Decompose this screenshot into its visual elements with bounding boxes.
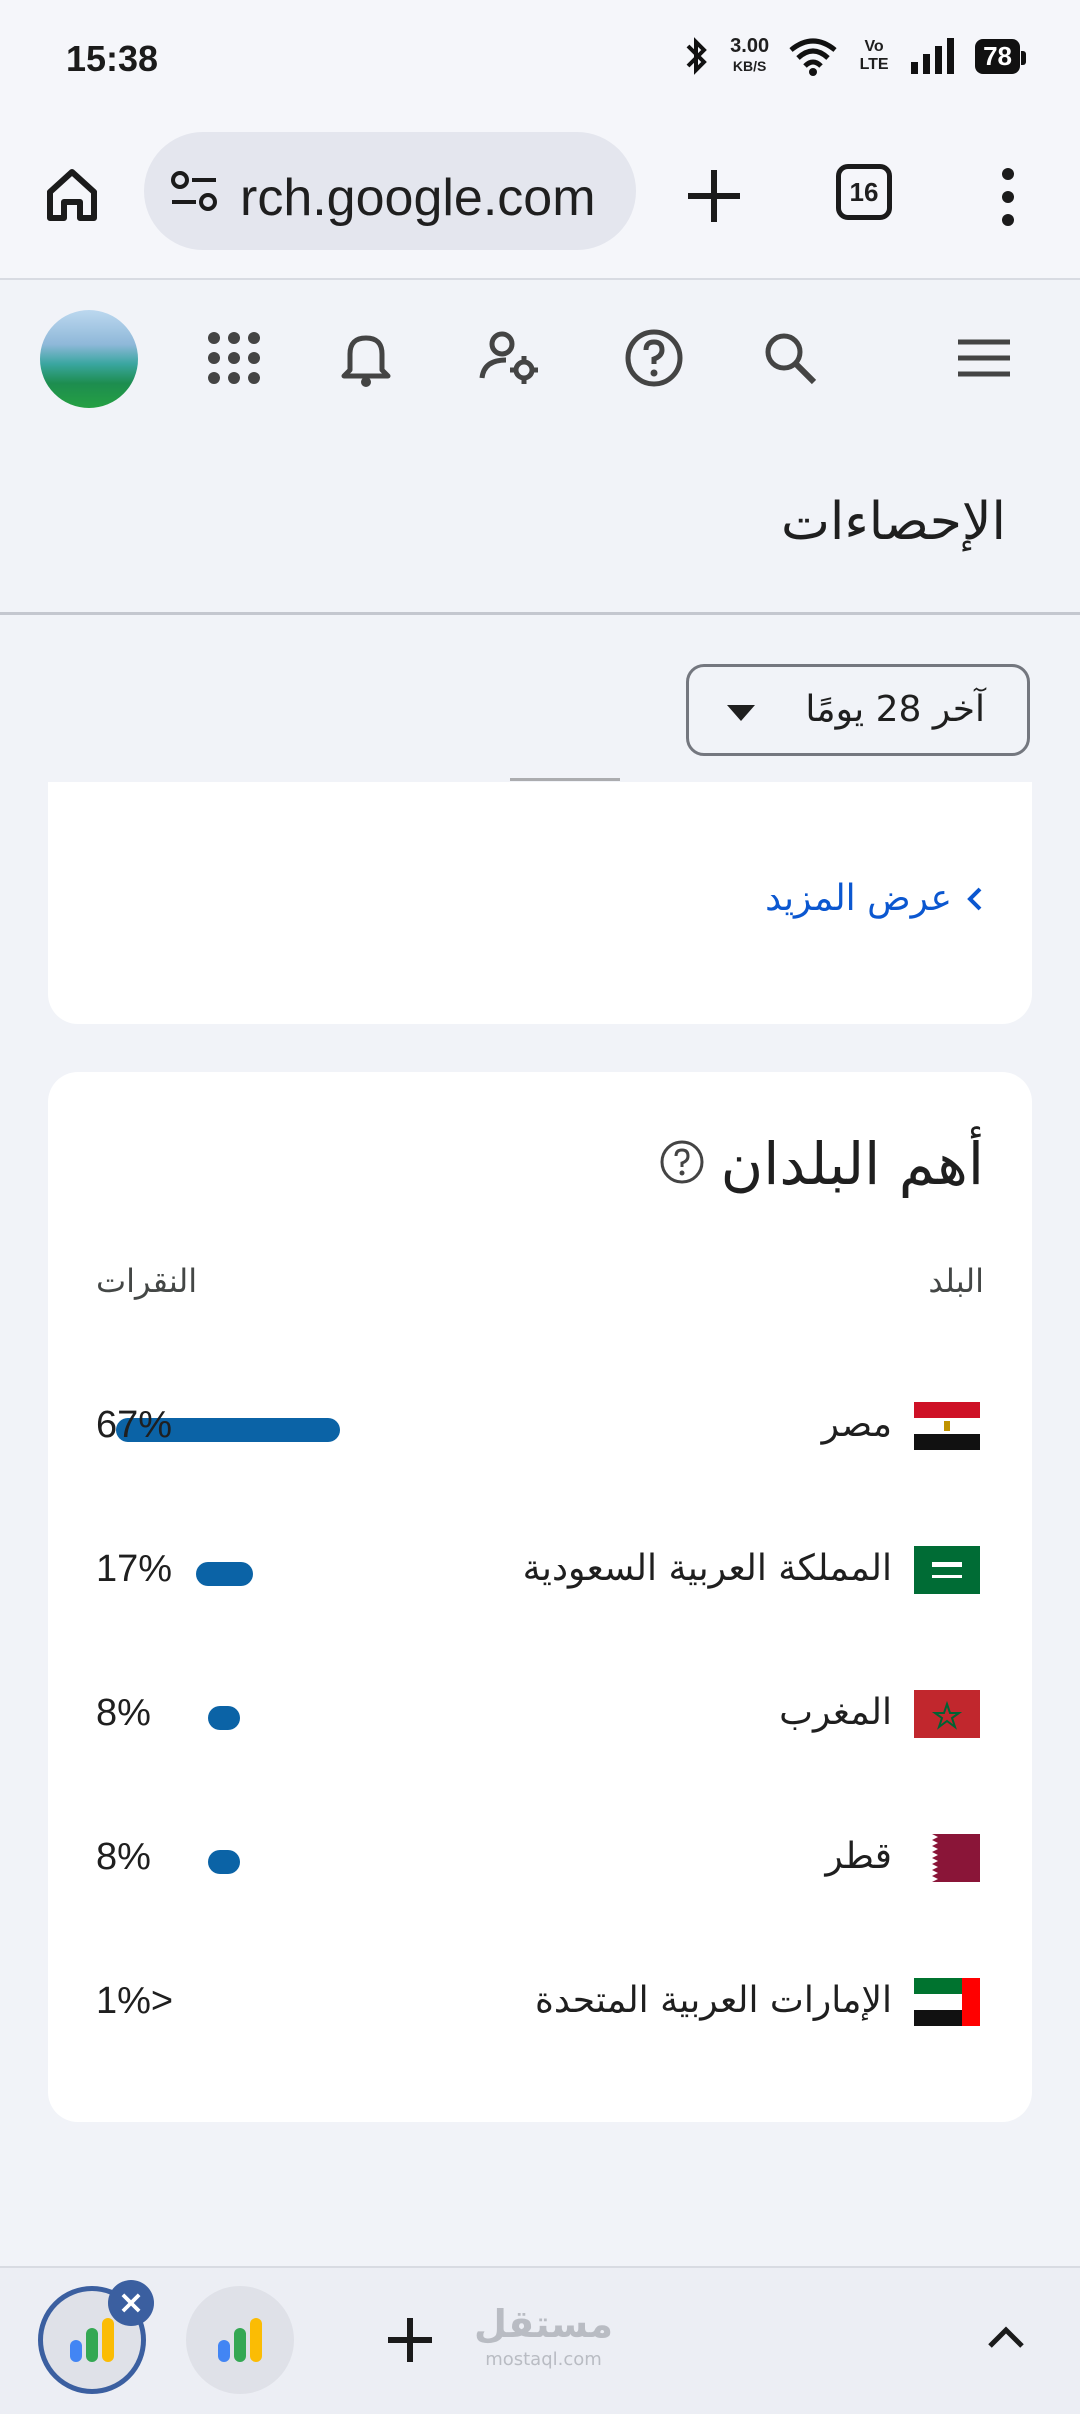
saudi-arabia-flag-icon — [914, 1546, 980, 1594]
help-icon[interactable] — [622, 326, 686, 390]
country-row: قطر 8% — [48, 1814, 1032, 1904]
signal-icon — [911, 38, 955, 74]
apps-grid-icon[interactable] — [202, 326, 266, 390]
site-settings-icon[interactable] — [168, 168, 220, 216]
new-tab-icon[interactable] — [680, 162, 748, 230]
volte-indicator: Vo LTE — [859, 38, 889, 73]
clicks-bar — [208, 1850, 240, 1874]
app-header — [0, 280, 1080, 422]
chevron-down-icon — [727, 705, 755, 721]
tab-thumbnail[interactable] — [186, 2286, 294, 2394]
country-name: الإمارات العربية المتحدة — [535, 1980, 892, 2021]
close-tab-icon[interactable]: × — [108, 2280, 154, 2326]
url-text[interactable]: rch.google.com — [240, 168, 620, 228]
show-more-link[interactable]: عرض المزيد — [765, 878, 984, 919]
page-title: الإحصاءات — [780, 492, 1006, 552]
help-circle-icon[interactable] — [658, 1138, 706, 1186]
column-header-country: البلد — [928, 1262, 984, 1300]
clicks-percent: 1%> — [96, 1980, 174, 2022]
bottom-tab-strip: × مستقل mostaql.com — [0, 2266, 1080, 2414]
more-menu-icon[interactable] — [994, 162, 1022, 232]
wifi-icon — [789, 38, 837, 76]
search-icon[interactable] — [758, 326, 822, 390]
date-range-label: آخر 28 يومًا — [805, 689, 985, 730]
watermark-logo: مستقل mostaql.com — [474, 2302, 613, 2370]
clicks-percent: 8% — [96, 1836, 151, 1878]
status-bar: 15:38 3.00 KB/S Vo LTE 78 — [0, 0, 1080, 122]
country-row: الإمارات العربية المتحدة 1%> — [48, 1958, 1032, 2048]
clicks-bar — [208, 1706, 240, 1730]
battery-indicator: 78 — [975, 38, 1026, 74]
clicks-percent: 8% — [96, 1692, 151, 1734]
user-settings-icon[interactable] — [478, 326, 542, 390]
address-bar[interactable]: rch.google.com — [144, 132, 636, 250]
top-countries-card: أهم البلدان البلد النقرات مصر 67% المملك… — [48, 1072, 1032, 2122]
browser-toolbar: rch.google.com 16 — [0, 122, 1080, 280]
analytics-icon — [70, 2318, 114, 2362]
date-range-dropdown[interactable]: آخر 28 يومًا — [686, 664, 1030, 756]
uae-flag-icon — [914, 1978, 980, 2026]
country-row: المغرب 8% — [48, 1670, 1032, 1760]
country-name: قطر — [825, 1836, 892, 1877]
hamburger-menu-icon[interactable] — [952, 326, 1016, 390]
egypt-flag-icon — [914, 1402, 980, 1450]
avatar[interactable] — [40, 310, 138, 408]
clicks-percent: 67% — [96, 1404, 173, 1446]
net-speed: 3.00 KB/S — [730, 35, 770, 74]
home-icon[interactable] — [40, 162, 104, 226]
clicks-bar — [195, 1562, 253, 1586]
column-header-clicks: النقرات — [96, 1262, 198, 1300]
morocco-flag-icon — [914, 1690, 980, 1738]
tab-switcher-button[interactable]: 16 — [836, 164, 892, 220]
country-name: المملكة العربية السعودية — [522, 1548, 892, 1589]
chevron-up-icon[interactable] — [984, 2322, 1028, 2352]
status-icons: 3.00 KB/S Vo LTE 78 — [682, 35, 1026, 76]
previous-card: عرض المزيد — [48, 778, 1032, 1024]
add-tab-icon[interactable] — [380, 2310, 440, 2370]
country-name: المغرب — [779, 1692, 892, 1733]
clicks-percent: 17% — [96, 1548, 173, 1590]
status-time: 15:38 — [66, 38, 159, 79]
card-title: أهم البلدان — [720, 1130, 984, 1198]
bluetooth-icon — [686, 37, 707, 75]
country-name: مصر — [821, 1404, 892, 1445]
country-row: مصر 67% — [48, 1382, 1032, 1472]
qatar-flag-icon — [914, 1834, 980, 1882]
country-row: المملكة العربية السعودية 17% — [48, 1526, 1032, 1616]
analytics-icon — [218, 2318, 262, 2362]
chevron-left-icon — [967, 887, 982, 910]
clipped-content — [510, 778, 620, 795]
notifications-bell-icon[interactable] — [334, 326, 398, 390]
header-divider — [0, 612, 1080, 615]
show-more-label: عرض المزيد — [765, 878, 952, 919]
